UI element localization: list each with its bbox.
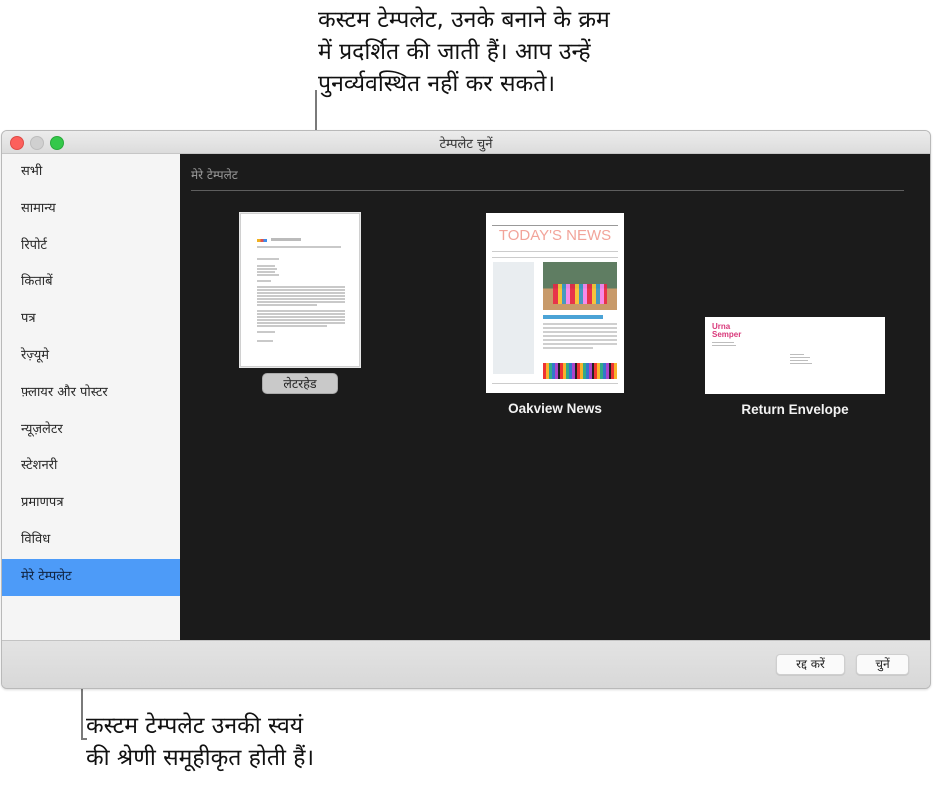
template-name-oakview-news[interactable]: Oakview News — [480, 401, 630, 416]
template-name-return-envelope[interactable]: Return Envelope — [705, 402, 885, 417]
callout-ordering-note: कस्टम टेम्पलेट, उनके बनाने के क्रम में प… — [318, 4, 610, 100]
sidebar-item-stationery[interactable]: स्टेशनरी — [2, 448, 180, 485]
sidebar-item-basic[interactable]: सामान्य — [2, 191, 180, 228]
thumb-sender-name: Urna Semper — [712, 322, 742, 339]
window-title: टेम्पलेट चुनें — [439, 137, 493, 152]
section-heading: मेरे टेम्पलेट — [191, 168, 238, 182]
template-name-letterhead[interactable]: लेटरहेड — [262, 373, 338, 394]
sidebar-item-all[interactable]: सभी — [2, 154, 180, 191]
thumb-subhead — [543, 315, 603, 319]
template-letterhead[interactable]: लेटरहेड — [239, 212, 361, 394]
callout-line: की श्रेणी समूहीकृत होती हैं। — [86, 745, 315, 771]
sidebar-item-flyers-posters[interactable]: फ़्लायर और पोस्टर — [2, 375, 180, 412]
sidebar-item-my-templates[interactable]: मेरे टेम्पलेट — [2, 558, 180, 596]
dialog-footer: रद्द करें चुनें — [2, 640, 930, 688]
template-return-envelope[interactable]: Urna Semper Return Envelope — [705, 317, 885, 417]
title-bar: टेम्पलेट चुनें — [2, 131, 930, 154]
sidebar-item-letters[interactable]: पत्र — [2, 301, 180, 338]
choose-button[interactable]: चुनें — [856, 654, 909, 675]
thumb-text — [271, 238, 301, 241]
template-chooser-window: टेम्पलेट चुनें सभी सामान्य रिपोर्ट किताब… — [1, 130, 931, 689]
callout-line: कस्टम टेम्पलेट उनकी स्वयं — [86, 713, 304, 739]
callout-line: पुनर्व्यवस्थित नहीं कर सकते। — [318, 71, 556, 97]
thumb-headline: TODAY'S NEWS — [498, 227, 612, 244]
template-thumbnail[interactable]: Urna Semper — [705, 317, 885, 394]
sidebar-item-miscellaneous[interactable]: विविध — [2, 522, 180, 559]
sidebar-item-certificates[interactable]: प्रमाणपत्र — [2, 485, 180, 522]
template-thumbnail[interactable] — [239, 212, 361, 368]
thumb-sidebar-column — [493, 262, 534, 374]
template-thumbnail[interactable]: TODAY'S NEWS — [486, 213, 624, 393]
callout-category-note: कस्टम टेम्पलेट उनकी स्वयं की श्रेणी समूह… — [86, 710, 314, 774]
logo-icon — [257, 239, 267, 242]
sidebar-item-reports[interactable]: रिपोर्ट — [2, 228, 180, 265]
template-oakview-news[interactable]: TODAY'S NEWS Oakview News — [480, 213, 630, 416]
sidebar-item-resumes[interactable]: रेज़्यूमे — [2, 338, 180, 375]
section-divider — [191, 190, 904, 191]
thumb-pencils-image — [543, 363, 617, 379]
thumb-photo — [543, 262, 617, 310]
template-gallery: मेरे टेम्पलेट लेटरहेड TODAY'S NEWS Oakvi… — [180, 154, 930, 640]
cancel-button[interactable]: रद्द करें — [776, 654, 845, 675]
callout-line: में प्रदर्शित की जाती हैं। आप उन्हें — [318, 39, 591, 65]
category-sidebar: सभी सामान्य रिपोर्ट किताबें पत्र रेज़्यू… — [2, 154, 180, 640]
callout-leader-foot — [81, 738, 87, 740]
callout-line: कस्टम टेम्पलेट, उनके बनाने के क्रम — [318, 7, 610, 33]
sidebar-item-newsletters[interactable]: न्यूज़लेटर — [2, 412, 180, 449]
sidebar-item-books[interactable]: किताबें — [2, 264, 180, 301]
